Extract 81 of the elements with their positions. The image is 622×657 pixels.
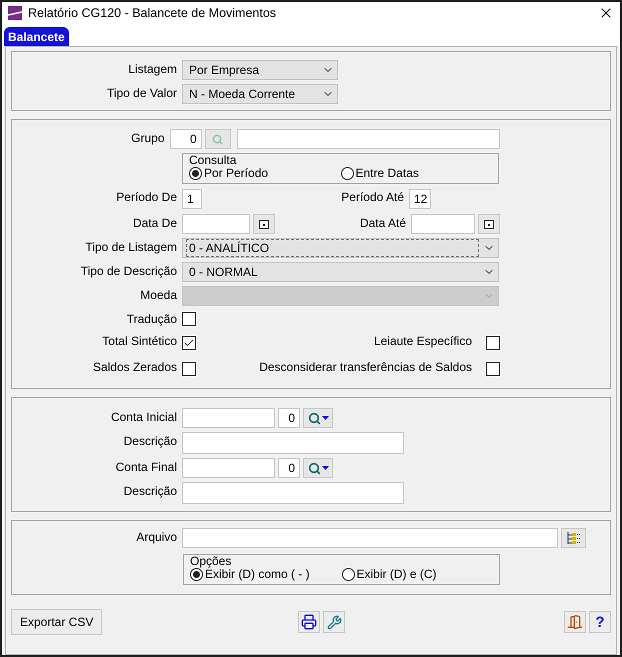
search-icon [308, 462, 320, 474]
radio-button[interactable] [340, 166, 354, 180]
field-label: Tipo de Valor [106, 85, 178, 100]
dropdown[interactable]: 0 - NORMAL [182, 262, 499, 282]
printer-icon [301, 614, 318, 630]
field-label: Tipo de Descrição [80, 263, 178, 278]
radio-label: Exibir (D) como ( - ) [205, 567, 310, 581]
field-label: Desconsiderar transferências de Saldos [258, 359, 473, 374]
input-field[interactable]: 0 [278, 458, 300, 478]
field-label: Conta Inicial [110, 409, 178, 424]
group-title: Consulta [189, 154, 238, 166]
dropdown[interactable]: 0 - ANALÍTICO [182, 238, 499, 258]
tree-icon [566, 531, 582, 545]
radio-option[interactable]: Exibir (D) e (C) [342, 567, 493, 581]
checkbox[interactable] [486, 336, 500, 350]
input-field[interactable] [182, 408, 275, 428]
radio-option[interactable]: Por Período [189, 166, 340, 180]
wrench-icon [326, 614, 342, 630]
field-label: Data Até [358, 215, 407, 230]
field-label: Período De [115, 189, 178, 204]
input-field[interactable]: 12 [409, 189, 431, 209]
field-label: Arquivo [135, 529, 178, 544]
export-csv-button[interactable]: Exportar CSV [11, 609, 102, 635]
input-field[interactable] [182, 458, 275, 478]
field-label: Total Sintético [101, 333, 178, 348]
file-path-field[interactable] [182, 528, 558, 548]
search-icon [212, 134, 224, 144]
help-button[interactable]: ? [589, 611, 611, 633]
radio-button[interactable] [342, 568, 354, 580]
field-label: Saldos Zerados [92, 359, 178, 374]
field-label: Descrição [122, 483, 178, 498]
input-field[interactable] [182, 482, 404, 504]
app-icon [8, 6, 22, 20]
door-icon [567, 614, 583, 630]
radio-option[interactable]: Entre Datas [340, 166, 492, 180]
field-label: Data De [132, 215, 178, 230]
browse-button[interactable] [561, 528, 586, 548]
radio-label: Exibir (D) e (C) [356, 567, 436, 581]
calendar-icon [484, 220, 494, 228]
lookup-button[interactable] [303, 458, 333, 478]
caret-icon [322, 466, 328, 470]
calendar-button[interactable] [253, 214, 275, 234]
dropdown[interactable]: N - Moeda Corrente [182, 84, 338, 104]
caret-icon [322, 416, 328, 420]
field-label: Listagem [127, 61, 178, 76]
field-label: Grupo [130, 130, 166, 145]
radio-label: Por Período [204, 166, 268, 180]
search-icon [308, 412, 320, 424]
checkbox[interactable] [182, 336, 196, 350]
calendar-icon [259, 220, 269, 228]
group-title: Opções [190, 555, 232, 567]
field-label: Tipo de Listagem [84, 239, 178, 254]
exit-button[interactable] [564, 611, 586, 633]
checkbox[interactable] [182, 362, 196, 376]
date-field[interactable] [182, 214, 250, 234]
print-button[interactable] [298, 611, 320, 633]
field-label: Período Até [340, 189, 405, 204]
lookup-button[interactable] [303, 408, 333, 428]
tab[interactable]: Balancete [4, 27, 69, 46]
checkbox[interactable] [182, 312, 196, 326]
input-field[interactable]: 0 [170, 129, 202, 149]
window-title: Relatório CG120 - Balancete de Movimentos [28, 6, 278, 20]
print-setup-button[interactable] [323, 611, 346, 633]
input-field[interactable] [182, 432, 404, 454]
field-label: Leiaute Específico [372, 333, 473, 348]
radio-label: Entre Datas [356, 166, 419, 180]
radio-button[interactable] [190, 568, 203, 580]
dropdown[interactable]: Por Empresa [182, 60, 338, 80]
calendar-button[interactable] [478, 214, 500, 234]
check-icon [183, 337, 195, 349]
field-label: Moeda [139, 287, 178, 302]
field-label: Descrição [122, 433, 178, 448]
input-field[interactable] [236, 129, 500, 149]
date-field[interactable] [411, 214, 475, 234]
input-field[interactable]: 1 [182, 189, 202, 209]
radio-button[interactable] [189, 166, 202, 180]
radio-option[interactable]: Exibir (D) como ( - ) [190, 567, 342, 581]
checkbox[interactable] [486, 362, 500, 376]
field-label: Conta Final [114, 459, 178, 474]
field-label: Tradução [126, 311, 178, 326]
input-field[interactable]: 0 [278, 408, 300, 428]
